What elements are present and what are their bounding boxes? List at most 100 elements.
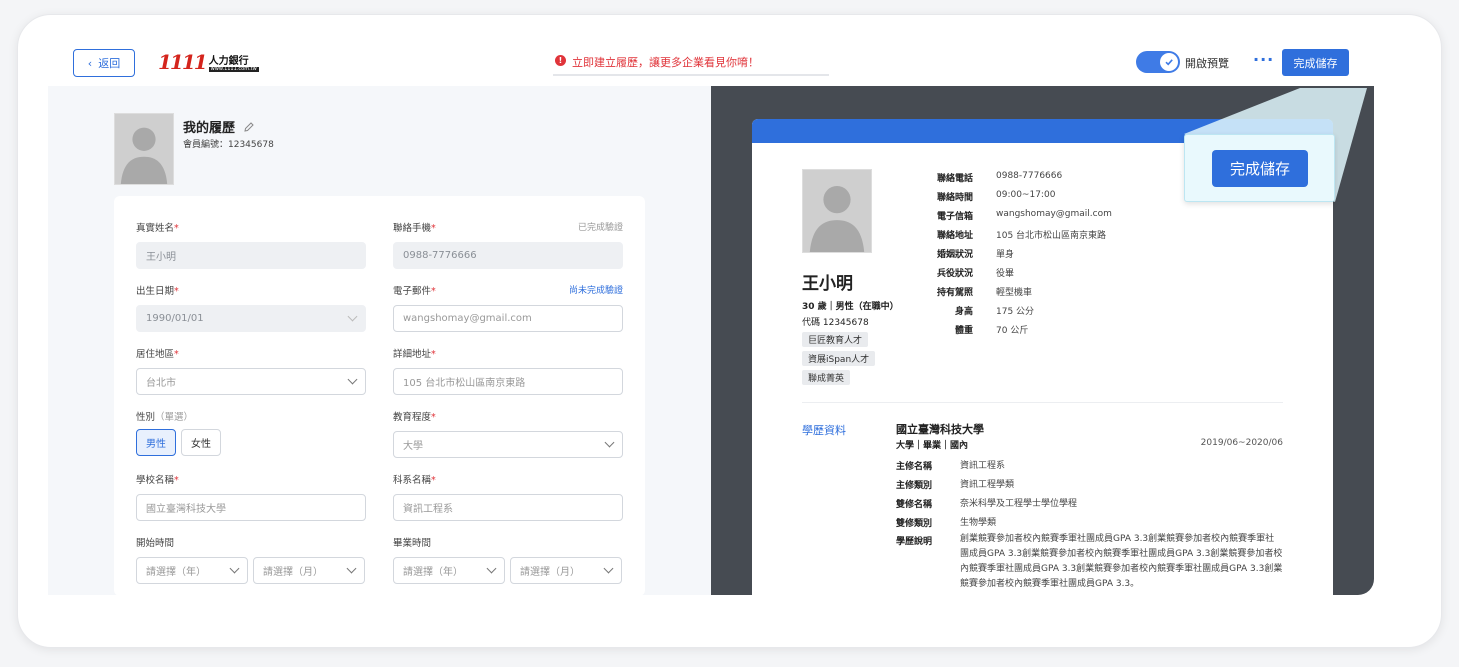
email-value: wangshomay@gmail.com bbox=[403, 313, 532, 324]
preview-school-date: 2019/06~2020/06 bbox=[1200, 438, 1283, 448]
email-label: 電子郵件 bbox=[393, 286, 432, 297]
preview-tag: 巨匠教育人才 bbox=[802, 332, 869, 347]
email-input[interactable]: wangshomay@gmail.com bbox=[393, 305, 623, 332]
save-callout: 完成儲存 bbox=[1184, 134, 1335, 202]
info-key: 聯絡電話 bbox=[936, 174, 973, 184]
email-field: 電子郵件* 尚未完成驗證 wangshomay@gmail.com bbox=[393, 283, 623, 332]
preview-info-row: 婚姻狀況 單身 bbox=[933, 247, 1014, 260]
preview-info-row: 身高 175 公分 bbox=[933, 304, 1034, 317]
edu-key: 主修名稱 bbox=[896, 462, 933, 472]
back-button[interactable]: ‹ 返回 bbox=[73, 49, 135, 77]
start-month-placeholder: 請選擇（月） bbox=[263, 567, 323, 578]
preview-info-row: 聯絡地址 105 台北市松山區南京東路 bbox=[933, 228, 1106, 241]
birthday-field: 出生日期* 1990/01/01 bbox=[136, 283, 366, 332]
education-select[interactable]: 大學 bbox=[393, 431, 623, 458]
chevron-left-icon: ‹ bbox=[87, 56, 93, 70]
start-year-select[interactable]: 請選擇（年） bbox=[136, 557, 248, 584]
start-month-select[interactable]: 請選擇（月） bbox=[253, 557, 365, 584]
department-value: 資訊工程系 bbox=[403, 504, 453, 515]
school-input[interactable]: 國立臺灣科技大學 bbox=[136, 494, 366, 521]
edit-icon[interactable] bbox=[243, 121, 255, 133]
edu-key: 雙修名稱 bbox=[896, 500, 933, 510]
preview-divider bbox=[802, 402, 1283, 403]
edu-key: 學歷說明 bbox=[896, 537, 933, 547]
info-key: 聯絡時間 bbox=[936, 193, 973, 203]
gender-options: 男性 女性 bbox=[136, 429, 366, 456]
notice-text: 立即建立履歷，讓更多企業看見你唷！ bbox=[572, 56, 759, 69]
logo: 1111 人力銀行 www.1111.com.tw bbox=[158, 52, 259, 72]
info-value: 0988-7776666 bbox=[996, 171, 1063, 181]
preview-toggle-label: 開啟預覽 bbox=[1185, 57, 1229, 70]
top-bar: ‹ 返回 1111 人力銀行 www.1111.com.tw ! 立即建立履歷，… bbox=[48, 36, 1374, 86]
chevron-down-icon bbox=[486, 563, 497, 574]
phone-value: 0988-7776666 bbox=[403, 250, 477, 261]
school-label: 學校名稱 bbox=[136, 475, 175, 486]
info-key: 持有駕照 bbox=[936, 288, 973, 298]
graduation-month-placeholder: 請選擇（月） bbox=[520, 567, 580, 578]
graduation-time-field: 畢業時間 請選擇（年） 請選擇（月） bbox=[393, 535, 623, 584]
notice-banner: ! 立即建立履歷，讓更多企業看見你唷！ bbox=[553, 54, 829, 76]
edu-key: 雙修類別 bbox=[896, 519, 933, 529]
preview-code: 代碼 12345678 bbox=[802, 318, 869, 328]
preview-school-sub: 大學｜畢業｜國內 bbox=[896, 441, 969, 451]
department-input[interactable]: 資訊工程系 bbox=[393, 494, 623, 521]
department-field: 科系名稱* 資訊工程系 bbox=[393, 472, 623, 521]
more-options-icon[interactable]: ··· bbox=[1253, 50, 1274, 69]
start-time-field: 開始時間 請選擇（年） 請選擇（月） bbox=[136, 535, 366, 584]
chevron-down-icon bbox=[347, 374, 358, 385]
info-value: 單身 bbox=[996, 250, 1015, 260]
info-value: wangshomay@gmail.com bbox=[996, 209, 1112, 219]
graduation-time-selects: 請選擇（年） 請選擇（月） bbox=[393, 549, 623, 584]
education-row: 雙修名稱 奈米科學及工程學士學位學程 bbox=[896, 497, 1283, 512]
edu-value: 生物學類 bbox=[960, 518, 997, 528]
email-verify-link[interactable]: 尚未完成驗證 bbox=[569, 283, 623, 297]
graduation-time-label: 畢業時間 bbox=[393, 538, 432, 549]
name-value: 王小明 bbox=[146, 252, 176, 263]
check-icon bbox=[1160, 53, 1178, 71]
gender-male-button[interactable]: 男性 bbox=[136, 429, 176, 456]
start-time-label: 開始時間 bbox=[136, 538, 175, 549]
avatar[interactable] bbox=[114, 113, 174, 185]
education-section-title: 學歷資料 bbox=[802, 424, 846, 437]
birthday-value: 1990/01/01 bbox=[146, 313, 204, 324]
phone-verified-status: 已完成驗證 bbox=[577, 223, 623, 233]
department-label: 科系名稱 bbox=[393, 475, 432, 486]
edu-value: 創業競賽參加者校內競賽季軍社團成員GPA 3.3創業競賽參加者校內競賽季軍社團成… bbox=[960, 534, 1283, 589]
gender-field: 性別（單選） 男性 女性 bbox=[136, 409, 366, 456]
education-label: 教育程度 bbox=[393, 412, 432, 423]
alert-icon: ! bbox=[555, 55, 566, 66]
info-value: 105 台北市松山區南京東路 bbox=[996, 231, 1107, 241]
page-title: 我的履歷 bbox=[183, 117, 255, 136]
info-key: 聯絡地址 bbox=[936, 231, 973, 241]
resume-editor: 我的履歷 會員編號：12345678 真實姓名* 王小明 聯絡手機* 已完成驗證 … bbox=[48, 86, 711, 596]
education-row: 學歷說明 創業競賽參加者校內競賽季軍社團成員GPA 3.3創業競賽參加者校內競賽季… bbox=[896, 532, 1283, 592]
address-value: 105 台北市松山區南京東路 bbox=[403, 378, 526, 389]
school-value: 國立臺灣科技大學 bbox=[146, 504, 226, 515]
name-input[interactable]: 王小明 bbox=[136, 242, 366, 269]
preview-info-row: 聯絡電話 0988-7776666 bbox=[933, 171, 1062, 184]
address-label: 詳細地址 bbox=[393, 349, 432, 360]
graduation-month-select[interactable]: 請選擇（月） bbox=[510, 557, 622, 584]
graduation-year-select[interactable]: 請選擇（年） bbox=[393, 557, 505, 584]
phone-input[interactable]: 0988-7776666 bbox=[393, 242, 623, 269]
edu-value: 資訊工程學類 bbox=[960, 480, 1015, 490]
preview-toggle[interactable] bbox=[1136, 51, 1180, 73]
resume-title-text: 我的履歷 bbox=[183, 121, 236, 136]
logo-side: 人力銀行 www.1111.com.tw bbox=[208, 57, 259, 72]
preview-tag: 聯成菁英 bbox=[802, 370, 851, 385]
info-key: 兵役狀況 bbox=[936, 269, 973, 279]
edu-value: 資訊工程系 bbox=[960, 461, 1006, 471]
callout-save-button[interactable]: 完成儲存 bbox=[1212, 150, 1308, 187]
basic-info-form: 真實姓名* 王小明 聯絡手機* 已完成驗證 0988-7776666 出生日期* … bbox=[114, 196, 645, 596]
name-field: 真實姓名* 王小明 bbox=[136, 220, 366, 269]
address-input[interactable]: 105 台北市松山區南京東路 bbox=[393, 368, 623, 395]
preview-info-row: 持有駕照 輕型機車 bbox=[933, 285, 1032, 298]
gender-female-button[interactable]: 女性 bbox=[181, 429, 221, 456]
region-select[interactable]: 台北市 bbox=[136, 368, 366, 395]
info-value: 70 公斤 bbox=[996, 326, 1029, 336]
save-button[interactable]: 完成儲存 bbox=[1282, 49, 1349, 76]
preview-name: 王小明 bbox=[802, 274, 853, 294]
birthday-select[interactable]: 1990/01/01 bbox=[136, 305, 366, 332]
region-label: 居住地區 bbox=[136, 349, 175, 360]
school-field: 學校名稱* 國立臺灣科技大學 bbox=[136, 472, 366, 521]
